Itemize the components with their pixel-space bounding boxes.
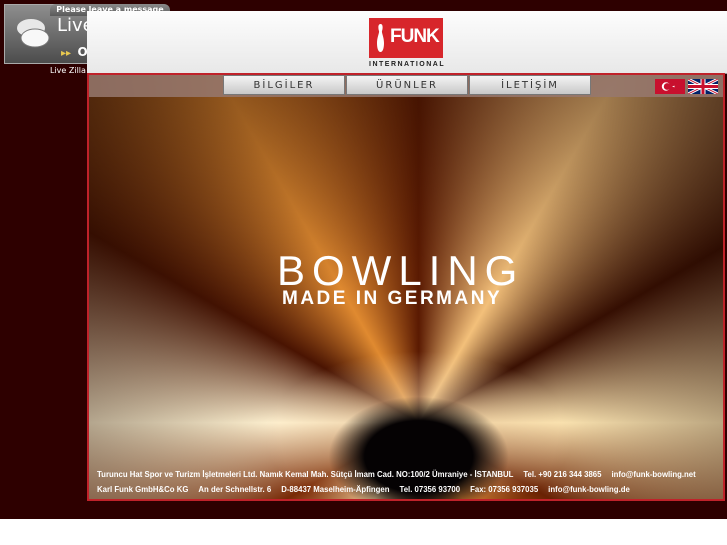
live-chat-caption: Live Zilla (50, 66, 86, 75)
nav-item-iletisim[interactable]: İLETİŞİM (469, 75, 591, 95)
chat-bubbles-icon (17, 19, 50, 48)
footer-address: Turuncu Hat Spor ve Turizm İşletmeleri L… (97, 470, 514, 479)
logo-subtitle: INTERNATIONAL (369, 61, 446, 68)
footer-email-link[interactable]: info@funk-bowling.net (611, 470, 695, 479)
nav-item-urunler[interactable]: ÜRÜNLER (346, 75, 468, 95)
footer-phone: Tel. +90 216 344 3865 (523, 470, 602, 479)
live-chat-status: ▸▸ O (61, 45, 88, 59)
logo-text: FUNK (390, 26, 440, 47)
bowling-pin-icon (377, 24, 384, 52)
play-arrows-icon: ▸▸ (61, 48, 72, 59)
footer-city: D-88437 Maselheim-Äpfingen (281, 485, 390, 494)
footer-phone: Tel. 07356 93700 (399, 485, 461, 494)
turkish-flag-icon[interactable] (655, 79, 685, 94)
hero-frame: BİLGİLER ÜRÜNLER İLETİŞİM BOWLING MADE I… (87, 73, 725, 501)
uk-flag-icon[interactable] (688, 79, 718, 94)
site-header: FUNK INTERNATIONAL (87, 11, 727, 74)
funk-logo[interactable]: FUNK INTERNATIONAL (369, 18, 446, 76)
footer-address-turkey: Turuncu Hat Spor ve Turizm İşletmeleri L… (97, 470, 706, 479)
footer-street: An der Schnellstr. 6 (198, 485, 272, 494)
footer-fax: Fax: 07356 937035 (470, 485, 539, 494)
nav-bar: BİLGİLER ÜRÜNLER İLETİŞİM (89, 75, 723, 97)
footer-email-link[interactable]: info@funk-bowling.de (548, 485, 630, 494)
nav-item-bilgiler[interactable]: BİLGİLER (223, 75, 345, 95)
logo-badge: FUNK (369, 18, 443, 58)
footer-company: Karl Funk GmbH&Co KG (97, 485, 189, 494)
footer-address-germany: Karl Funk GmbH&Co KG An der Schnellstr. 6… (97, 485, 640, 494)
hero-subhead: MADE IN GERMANY (282, 288, 503, 309)
